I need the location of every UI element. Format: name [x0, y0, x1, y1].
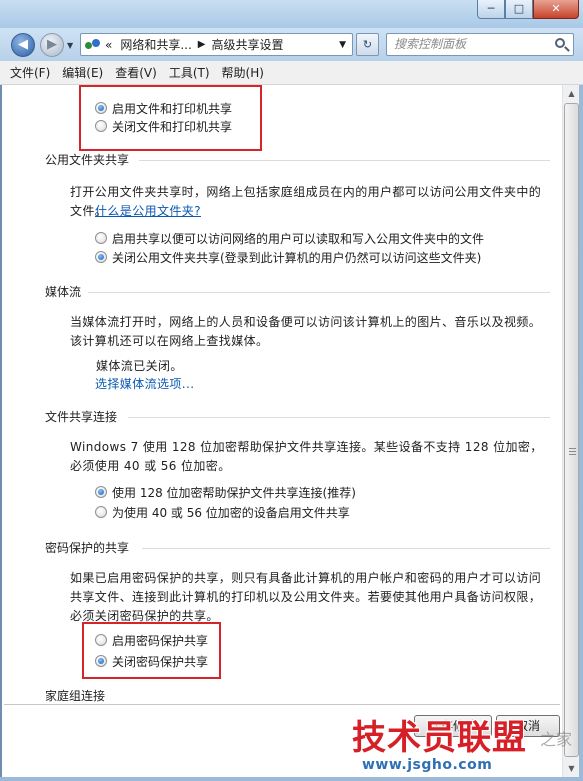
network-center-icon — [85, 38, 101, 52]
cancel-button[interactable]: 取消 — [496, 715, 560, 737]
thumb-grip — [569, 451, 576, 452]
description-text: 如果已启用密码保护的共享，则只有具备此计算机的用户帐户和密码的用户才可以访问共享… — [70, 571, 542, 623]
section-title-text: 密码保护的共享 — [45, 541, 130, 555]
section-divider — [4, 704, 560, 705]
menu-file[interactable]: 文件(F) — [10, 64, 50, 81]
section-title-password-sharing: 密码保护的共享 — [45, 539, 129, 556]
back-button[interactable]: ◀ — [11, 33, 35, 57]
breadcrumb-network-sharing[interactable]: 网络和共享... — [120, 36, 191, 53]
close-button[interactable]: ✕ — [533, 0, 579, 19]
radio-unselected-icon[interactable] — [95, 634, 107, 646]
recent-pages-dropdown-icon[interactable]: ▼ — [67, 41, 73, 50]
option-enable-public-folder-sharing[interactable]: 启用共享以便可以访问网络的用户可以读取和写入公用文件夹中的文件 — [95, 229, 484, 247]
settings-content: 启用文件和打印机共享 关闭文件和打印机共享 公用文件夹共享 打开公用文件夹共享时… — [2, 85, 562, 777]
scroll-up-icon[interactable]: ▲ — [563, 85, 580, 102]
media-status: 媒体流已关闭。 — [96, 357, 396, 376]
what-is-public-folder-link[interactable]: 什么是公用文件夹? — [95, 204, 201, 218]
title-bar: ─ □ ✕ — [0, 0, 583, 28]
breadcrumb-advanced-sharing[interactable]: 高级共享设置 — [212, 36, 284, 53]
radio-unselected-icon[interactable] — [95, 120, 107, 132]
window-frame — [0, 777, 583, 781]
thumb-grip — [569, 448, 576, 449]
save-changes-button[interactable]: 保存修改 — [414, 715, 492, 737]
address-overflow[interactable]: « — [105, 38, 112, 52]
option-disable-file-printer-sharing[interactable]: 关闭文件和打印机共享 — [95, 117, 232, 135]
description-text: 当媒体流打开时，网络上的人员和设备便可以访问该计算机上的图片、音乐以及视频。该计… — [70, 315, 542, 348]
section-divider — [88, 292, 550, 293]
menu-bar: 文件(F) 编辑(E) 查看(V) 工具(T) 帮助(H) — [0, 61, 583, 85]
option-label: 使用 128 位加密帮助保护文件共享连接(推荐) — [112, 485, 356, 500]
vertical-scrollbar[interactable]: ▲ ▼ — [562, 85, 579, 777]
section-title-text: 媒体流 — [45, 285, 82, 299]
status-text: 媒体流已关闭。 — [96, 359, 183, 373]
password-sharing-description: 如果已启用密码保护的共享，则只有具备此计算机的用户帐户和密码的用户才可以访问共享… — [70, 569, 552, 626]
option-40-56bit-encryption[interactable]: 为使用 40 或 56 位加密的设备启用文件共享 — [95, 503, 350, 521]
search-input[interactable]: 搜索控制面板 — [386, 33, 574, 56]
address-dropdown-icon[interactable]: ▼ — [339, 40, 346, 50]
section-title-public-folder: 公用文件夹共享 — [45, 151, 129, 168]
option-label: 启用共享以便可以访问网络的用户可以读取和写入公用文件夹中的文件 — [112, 231, 485, 246]
window-frame — [579, 85, 583, 781]
section-title-text: 公用文件夹共享 — [45, 153, 130, 167]
section-divider — [128, 417, 550, 418]
option-label: 关闭文件和打印机共享 — [112, 119, 233, 134]
scrollbar-thumb[interactable] — [564, 103, 579, 757]
choose-media-options-link[interactable]: 选择媒体流选项... — [95, 377, 194, 391]
thumb-grip — [569, 454, 576, 455]
option-label: 启用密码保护共享 — [112, 633, 209, 648]
search-icon[interactable] — [555, 38, 565, 48]
option-disable-password-sharing[interactable]: 关闭密码保护共享 — [95, 652, 208, 670]
public-folder-link-row: 什么是公用文件夹? — [70, 202, 370, 221]
scroll-down-icon[interactable]: ▼ — [563, 760, 580, 777]
option-128bit-encryption[interactable]: 使用 128 位加密帮助保护文件共享连接(推荐) — [95, 483, 356, 501]
radio-unselected-icon[interactable] — [95, 506, 107, 518]
file-sharing-description: Windows 7 使用 128 位加密帮助保护文件共享连接。某些设备不支持 1… — [70, 438, 552, 476]
breadcrumb-separator-icon[interactable]: ▶ — [198, 39, 206, 50]
back-arrow-icon: ◀ — [18, 37, 28, 52]
media-description: 当媒体流打开时，网络上的人员和设备便可以访问该计算机上的图片、音乐以及视频。该计… — [70, 313, 552, 351]
section-title-text: 家庭组连接 — [45, 689, 106, 703]
option-label: 关闭密码保护共享 — [112, 654, 209, 669]
refresh-button[interactable]: ↻ — [356, 33, 379, 56]
option-label: 启用文件和打印机共享 — [112, 101, 233, 116]
maximize-button[interactable]: □ — [505, 0, 533, 19]
address-bar[interactable]: « 网络和共享... ▶ 高级共享设置 ▼ — [80, 33, 353, 56]
radio-selected-icon[interactable] — [95, 102, 107, 114]
section-title-text: 文件共享连接 — [45, 410, 118, 424]
radio-selected-icon[interactable] — [95, 655, 107, 667]
section-title-file-sharing-connections: 文件共享连接 — [45, 408, 117, 425]
section-divider — [139, 160, 550, 161]
menu-view[interactable]: 查看(V) — [115, 64, 157, 81]
section-divider — [142, 548, 550, 549]
option-enable-file-printer-sharing[interactable]: 启用文件和打印机共享 — [95, 99, 232, 117]
search-placeholder: 搜索控制面板 — [394, 37, 467, 51]
menu-edit[interactable]: 编辑(E) — [62, 64, 103, 81]
radio-selected-icon[interactable] — [95, 251, 107, 263]
section-title-homegroup: 家庭组连接 — [45, 687, 105, 704]
forward-arrow-icon: ▶ — [47, 37, 57, 52]
minimize-button[interactable]: ─ — [477, 0, 505, 19]
refresh-icon: ↻ — [362, 38, 373, 51]
radio-unselected-icon[interactable] — [95, 232, 107, 244]
radio-selected-icon[interactable] — [95, 486, 107, 498]
option-disable-public-folder-sharing[interactable]: 关闭公用文件夹共享(登录到此计算机的用户仍然可以访问这些文件夹) — [95, 248, 481, 266]
window-controls: ─ □ ✕ — [477, 0, 579, 19]
option-label: 关闭公用文件夹共享(登录到此计算机的用户仍然可以访问这些文件夹) — [112, 250, 482, 265]
option-label: 为使用 40 或 56 位加密的设备启用文件共享 — [112, 505, 350, 520]
navigation-bar: ◀ ▶ ▼ « 网络和共享... ▶ 高级共享设置 ▼ ↻ 搜索控制面板 — [0, 28, 583, 61]
menu-tools[interactable]: 工具(T) — [169, 64, 210, 81]
media-link-row: 选择媒体流选项... — [95, 375, 395, 394]
option-enable-password-sharing[interactable]: 启用密码保护共享 — [95, 631, 208, 649]
section-title-media-streaming: 媒体流 — [45, 283, 81, 300]
menu-help[interactable]: 帮助(H) — [222, 64, 264, 81]
forward-button[interactable]: ▶ — [40, 33, 64, 57]
description-text: Windows 7 使用 128 位加密帮助保护文件共享连接。某些设备不支持 1… — [70, 440, 543, 473]
